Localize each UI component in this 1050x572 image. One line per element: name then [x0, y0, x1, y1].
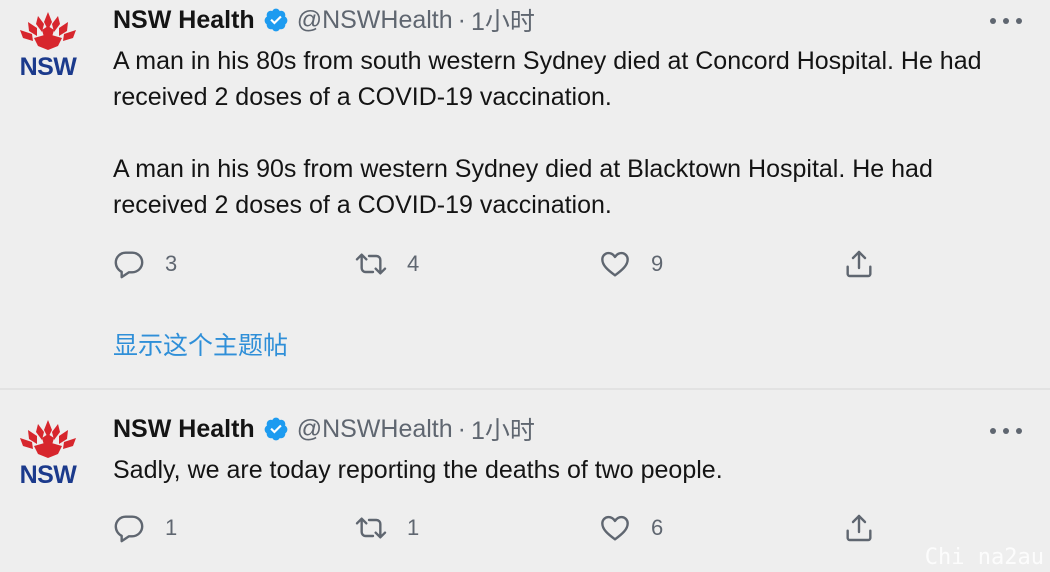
avatar-wordmark: NSW [19, 461, 77, 489]
tweet-header: NSW Health @NSWHealth · 1小时 [113, 411, 535, 447]
share-icon [846, 514, 872, 542]
reply-button[interactable]: 1 [113, 508, 177, 548]
heart-icon [601, 515, 629, 541]
share-button[interactable] [843, 508, 875, 548]
waratah-logo-icon [20, 420, 76, 458]
verified-badge-icon [264, 417, 288, 441]
more-options-icon[interactable] [990, 425, 1022, 437]
author-name[interactable]: NSW Health [113, 415, 255, 444]
reply-count: 1 [165, 515, 178, 540]
timestamp[interactable]: 1小时 [471, 411, 535, 447]
retweet-button[interactable]: 1 [355, 508, 419, 548]
retweet-icon [355, 517, 387, 539]
tweet-paragraph: Sadly, we are today reporting the deaths… [113, 456, 723, 484]
retweet-count: 1 [407, 515, 420, 540]
watermark: Chi na2au [924, 545, 1044, 570]
tweet-actions: 1 1 6 [113, 508, 893, 548]
avatar[interactable]: NSW [12, 418, 84, 490]
reply-icon [114, 515, 144, 543]
like-count: 6 [651, 515, 664, 540]
separator-dot: · [457, 414, 466, 443]
like-button[interactable]: 6 [599, 508, 663, 548]
author-handle[interactable]: @NSWHealth [297, 415, 453, 444]
tweet[interactable]: NSW NSW Health @NSWHealth · 1小时 Sadly, w… [0, 0, 1050, 572]
